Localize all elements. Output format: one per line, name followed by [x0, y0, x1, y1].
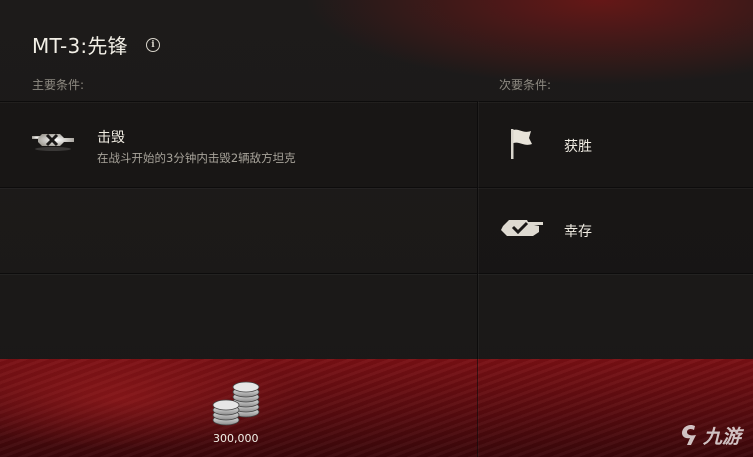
divider: [0, 101, 753, 102]
watermark-text: 九游: [703, 426, 742, 448]
watermark-logo-icon: [682, 424, 696, 445]
column-divider: [477, 101, 478, 359]
objective-description: 在战斗开始的3分钟内击毁2辆敌方坦克: [97, 151, 296, 165]
silver-coins-icon: [208, 380, 264, 434]
secondary-item-label: 获胜: [564, 139, 592, 155]
divider: [0, 273, 753, 274]
watermark: 九游: [679, 421, 743, 449]
divider: [0, 187, 753, 188]
flag-icon: [505, 125, 535, 165]
info-icon[interactable]: i: [146, 38, 160, 52]
secondary-item-label: 幸存: [564, 224, 592, 240]
column-divider: [477, 359, 478, 457]
tank-check-icon: [499, 214, 547, 244]
secondary-conditions-label: 次要条件:: [499, 78, 552, 92]
primary-conditions-label: 主要条件:: [32, 78, 85, 92]
mission-title: MT-3:先锋: [32, 34, 128, 58]
objective-title: 击毁: [97, 130, 125, 146]
reward-strip: [0, 359, 753, 457]
reward-amount: 300,000: [213, 432, 259, 445]
tank-destroyed-icon: [30, 128, 76, 156]
